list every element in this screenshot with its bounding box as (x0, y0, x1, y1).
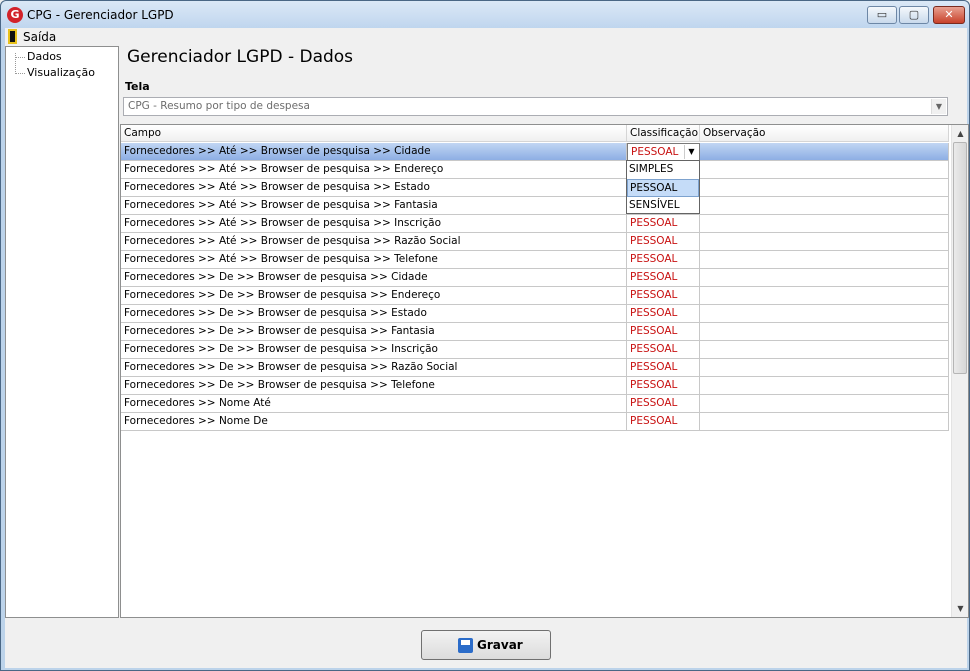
cell-observacao[interactable] (700, 215, 949, 233)
gravar-label: Gravar (477, 638, 523, 652)
cell-classificacao[interactable]: PESSOAL (627, 287, 700, 305)
table-row[interactable]: Fornecedores >> De >> Browser de pesquis… (121, 287, 949, 305)
menu-saida[interactable]: Saída (23, 30, 56, 44)
tree-item-visualizacao[interactable]: Visualização (15, 66, 95, 79)
close-button[interactable]: ✕ (933, 6, 965, 24)
cell-campo: Fornecedores >> De >> Browser de pesquis… (121, 377, 627, 395)
table-row[interactable]: Fornecedores >> De >> Browser de pesquis… (121, 359, 949, 377)
menu-bar: Saída (5, 28, 967, 46)
table-row[interactable]: Fornecedores >> De >> Browser de pesquis… (121, 341, 949, 359)
header-campo[interactable]: Campo (121, 125, 627, 142)
table-row[interactable]: Fornecedores >> Até >> Browser de pesqui… (121, 161, 949, 179)
cell-campo: Fornecedores >> Nome Até (121, 395, 627, 413)
chevron-down-icon[interactable]: ▼ (684, 145, 698, 159)
cell-campo: Fornecedores >> De >> Browser de pesquis… (121, 323, 627, 341)
cell-observacao[interactable] (700, 269, 949, 287)
cell-classificacao[interactable]: PESSOAL (627, 251, 700, 269)
cell-observacao[interactable] (700, 287, 949, 305)
tree-item-dados[interactable]: Dados (15, 50, 62, 63)
table-row[interactable]: Fornecedores >> Até >> Browser de pesqui… (121, 143, 949, 161)
cell-classificacao[interactable]: PESSOAL (627, 377, 700, 395)
cell-classificacao[interactable]: PESSOAL (627, 395, 700, 413)
dropdown-option-pessoal[interactable]: PESSOAL (627, 179, 699, 197)
cell-classificacao[interactable]: PESSOAL (627, 305, 700, 323)
cell-campo: Fornecedores >> Nome De (121, 413, 627, 431)
cell-observacao[interactable] (700, 251, 949, 269)
cell-campo: Fornecedores >> De >> Browser de pesquis… (121, 359, 627, 377)
dropdown-option-sensivel[interactable]: SENSÍVEL (627, 197, 699, 215)
table-row[interactable]: Fornecedores >> De >> Browser de pesquis… (121, 269, 949, 287)
window-title: CPG - Gerenciador LGPD (27, 8, 174, 22)
cell-campo: Fornecedores >> De >> Browser de pesquis… (121, 341, 627, 359)
cell-campo: Fornecedores >> De >> Browser de pesquis… (121, 269, 627, 287)
vertical-scrollbar[interactable]: ▲ ▼ (951, 125, 968, 617)
scroll-down-arrow-icon[interactable]: ▼ (952, 600, 968, 617)
cell-classificacao[interactable]: PESSOAL (627, 341, 700, 359)
cell-observacao[interactable] (700, 233, 949, 251)
cell-observacao[interactable] (700, 359, 949, 377)
classificacao-dropdown-list: SIMPLES PESSOAL SENSÍVEL (626, 160, 700, 214)
cell-observacao[interactable] (700, 377, 949, 395)
cell-classificacao[interactable]: PESSOAL (627, 269, 700, 287)
chevron-down-icon[interactable]: ▼ (931, 99, 946, 114)
tela-selected-value: CPG - Resumo por tipo de despesa (128, 100, 310, 112)
cell-classificacao[interactable]: PESSOAL (627, 359, 700, 377)
save-disk-icon (458, 638, 473, 653)
app-window: G CPG - Gerenciador LGPD ▭ ▢ ✕ Saída Dad… (0, 0, 970, 671)
dropdown-option-simples[interactable]: SIMPLES (627, 161, 699, 179)
exit-door-icon[interactable] (8, 29, 17, 44)
table-row[interactable]: Fornecedores >> De >> Browser de pesquis… (121, 305, 949, 323)
tela-select[interactable]: CPG - Resumo por tipo de despesa ▼ (123, 97, 948, 116)
minimize-button[interactable]: ▭ (867, 6, 897, 24)
table-row[interactable]: Fornecedores >> Nome De PESSOAL (121, 413, 949, 431)
client-area: Saída Dados Visualização Gerenciador LGP… (5, 28, 969, 668)
app-logo-icon: G (7, 7, 23, 23)
table-row[interactable]: Fornecedores >> Até >> Browser de pesqui… (121, 251, 949, 269)
cell-classificacao[interactable]: PESSOAL (627, 323, 700, 341)
cell-campo: Fornecedores >> De >> Browser de pesquis… (121, 305, 627, 323)
classificacao-combo[interactable]: PESSOAL ▼ (627, 143, 700, 161)
table-row[interactable]: Fornecedores >> Até >> Browser de pesqui… (121, 215, 949, 233)
scrollbar-thumb[interactable] (953, 142, 967, 374)
cell-campo: Fornecedores >> De >> Browser de pesquis… (121, 287, 627, 305)
cell-observacao[interactable] (700, 161, 949, 179)
cell-observacao[interactable] (700, 341, 949, 359)
cell-classificacao[interactable]: PESSOAL (627, 413, 700, 431)
table-row[interactable]: Fornecedores >> Nome Até PESSOAL (121, 395, 949, 413)
table-row[interactable]: Fornecedores >> Até >> Browser de pesqui… (121, 233, 949, 251)
table-row[interactable]: Fornecedores >> De >> Browser de pesquis… (121, 323, 949, 341)
page-title: Gerenciador LGPD - Dados (127, 47, 354, 67)
cell-campo: Fornecedores >> Até >> Browser de pesqui… (121, 215, 627, 233)
grid-header: Campo Classificação Observação (121, 125, 949, 142)
cell-observacao[interactable] (700, 197, 949, 215)
table-row[interactable]: Fornecedores >> Até >> Browser de pesqui… (121, 197, 949, 215)
data-grid: Campo Classificação Observação Fornecedo… (120, 124, 969, 618)
cell-campo: Fornecedores >> Até >> Browser de pesqui… (121, 233, 627, 251)
cell-campo: Fornecedores >> Até >> Browser de pesqui… (121, 197, 627, 215)
cell-observacao[interactable] (700, 413, 949, 431)
cell-classificacao[interactable]: PESSOAL (627, 233, 700, 251)
cell-campo: Fornecedores >> Até >> Browser de pesqui… (121, 251, 627, 269)
cell-observacao[interactable] (700, 179, 949, 197)
cell-campo: Fornecedores >> Até >> Browser de pesqui… (121, 179, 627, 197)
header-observacao[interactable]: Observação (700, 125, 949, 142)
title-bar[interactable]: G CPG - Gerenciador LGPD ▭ ▢ ✕ (1, 1, 969, 29)
scroll-up-arrow-icon[interactable]: ▲ (952, 125, 968, 142)
cell-observacao[interactable] (700, 395, 949, 413)
cell-observacao[interactable] (700, 143, 949, 161)
table-row[interactable]: Fornecedores >> Até >> Browser de pesqui… (121, 179, 949, 197)
cell-campo: Fornecedores >> Até >> Browser de pesqui… (121, 143, 627, 161)
table-row[interactable]: Fornecedores >> De >> Browser de pesquis… (121, 377, 949, 395)
cell-classificacao[interactable]: PESSOAL (627, 215, 700, 233)
navigation-tree: Dados Visualização (5, 46, 119, 618)
header-classificacao[interactable]: Classificação (627, 125, 700, 142)
cell-campo: Fornecedores >> Até >> Browser de pesqui… (121, 161, 627, 179)
cell-observacao[interactable] (700, 305, 949, 323)
tela-label: Tela (125, 80, 150, 93)
maximize-button[interactable]: ▢ (899, 6, 929, 24)
gravar-button[interactable]: Gravar (421, 630, 551, 660)
cell-observacao[interactable] (700, 323, 949, 341)
